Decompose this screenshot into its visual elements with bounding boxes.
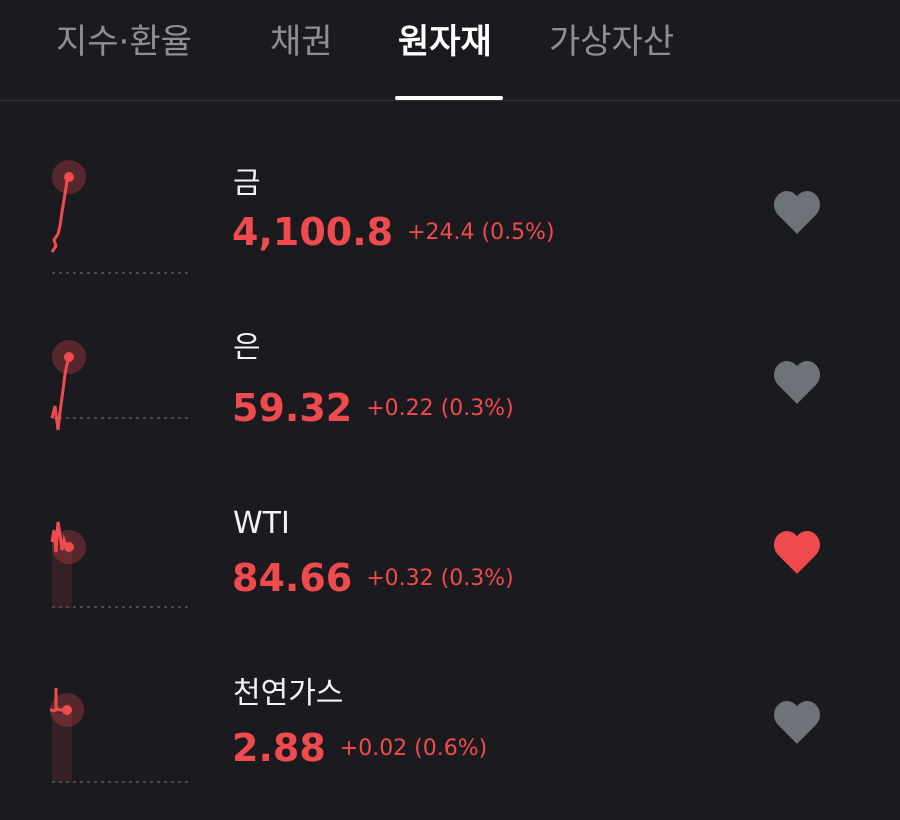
- item-name: WTI: [233, 506, 290, 541]
- tab-commodities[interactable]: 원자재: [398, 18, 492, 66]
- tab-bonds[interactable]: 채권: [270, 18, 333, 66]
- heart-icon[interactable]: [770, 698, 824, 746]
- item-change: +0.22 (0.3%): [366, 396, 514, 421]
- item-price: 4,100.8: [232, 210, 394, 254]
- heart-icon[interactable]: [770, 188, 824, 236]
- item-price-line: 4,100.8 +24.4 (0.5%): [232, 208, 555, 257]
- item-price: 2.88: [232, 726, 326, 770]
- tab-crypto[interactable]: 가상자산: [549, 18, 674, 66]
- item-price-line: 2.88 +0.02 (0.6%): [232, 724, 487, 773]
- list-item[interactable]: 금 4,100.8 +24.4 (0.5%): [0, 150, 900, 310]
- item-name: 천연가스: [233, 676, 344, 711]
- active-tab-indicator: [395, 96, 503, 100]
- item-price-line: 84.66 +0.32 (0.3%): [232, 554, 514, 603]
- tab-bar: 지수·환율 채권 원자재 가상자산: [0, 0, 900, 101]
- item-price-line: 59.32 +0.22 (0.3%): [232, 384, 514, 433]
- list-item[interactable]: WTI 84.66 +0.32 (0.3%): [0, 490, 900, 650]
- item-change: +0.32 (0.3%): [366, 566, 514, 591]
- item-change: +0.02 (0.6%): [339, 736, 488, 761]
- heart-icon[interactable]: [770, 358, 824, 406]
- item-change: +24.4 (0.5%): [407, 220, 555, 245]
- sparkline-chart: [50, 521, 190, 608]
- heart-icon[interactable]: [770, 528, 824, 576]
- sparkline-chart: [50, 688, 190, 783]
- item-name: 금: [233, 166, 261, 201]
- list-item[interactable]: 천연가스 2.88 +0.02 (0.6%): [0, 660, 900, 820]
- item-price: 59.32: [232, 386, 353, 430]
- item-name: 은: [233, 330, 261, 365]
- sparkline-chart: [50, 160, 190, 274]
- sparkline-chart: [50, 340, 190, 431]
- tab-index-fx[interactable]: 지수·환율: [56, 18, 192, 66]
- item-price: 84.66: [232, 556, 353, 600]
- list-item[interactable]: 은 59.32 +0.22 (0.3%): [0, 320, 900, 480]
